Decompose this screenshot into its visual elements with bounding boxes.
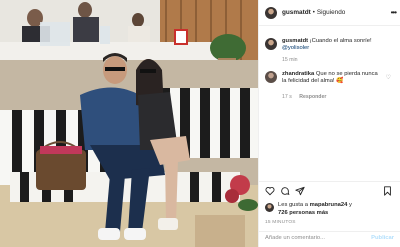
- ellipsis-icon[interactable]: •••: [391, 8, 397, 17]
- likes-summary: Les gusta a mapabruna24 y 726 personas m…: [265, 202, 352, 217]
- avatar[interactable]: [265, 203, 274, 212]
- comment-item: zhandratika Que no se pierda nunca la fe…: [265, 71, 382, 86]
- couple-on-sofa-image: [0, 0, 258, 247]
- add-comment-input[interactable]: [265, 235, 365, 241]
- divider: [259, 181, 400, 182]
- likes-prefix: Les gusta a: [278, 202, 308, 208]
- comment-body: gusmatdt ¡Cuando el alma sonríe! @yoliso…: [282, 38, 390, 53]
- author-username[interactable]: gusmatdt: [282, 9, 311, 16]
- likes-count[interactable]: 726 personas más: [278, 210, 328, 216]
- post-side-panel: gusmatdt • Siguiendo ••• gusmatdt ¡Cuand…: [258, 0, 400, 247]
- comment-username[interactable]: zhandratika: [282, 71, 314, 77]
- separator-dot: •: [312, 9, 315, 16]
- share-icon[interactable]: [295, 186, 305, 196]
- post-photo[interactable]: [0, 0, 258, 247]
- comment-emoji: 🥰: [336, 78, 344, 85]
- comment-text: ¡Cuando el alma sonríe!: [309, 38, 372, 44]
- mention-link[interactable]: @yolisoler: [282, 45, 309, 51]
- comment-meta: 17 s Responder: [282, 94, 332, 100]
- comment-icon[interactable]: [280, 186, 290, 196]
- avatar[interactable]: [265, 71, 277, 83]
- publish-button[interactable]: Publicar: [371, 235, 394, 241]
- following-button[interactable]: Siguiendo: [317, 9, 345, 16]
- avatar[interactable]: [265, 38, 277, 50]
- heart-icon[interactable]: [265, 186, 275, 196]
- post-header: gusmatdt • Siguiendo •••: [259, 0, 400, 26]
- comment-body: zhandratika Que no se pierda nunca la fe…: [282, 71, 382, 86]
- instagram-post: gusmatdt • Siguiendo ••• gusmatdt ¡Cuand…: [0, 0, 400, 247]
- avatar[interactable]: [265, 6, 277, 19]
- comment-username[interactable]: gusmatdt: [282, 38, 308, 44]
- post-timestamp[interactable]: 15 MINUTOS: [265, 220, 296, 225]
- reply-button[interactable]: Responder: [299, 94, 326, 100]
- likes-conjunction: y: [348, 202, 352, 208]
- comment-time[interactable]: 17 s: [282, 94, 292, 100]
- caption-comment: gusmatdt ¡Cuando el alma sonríe! @yoliso…: [265, 38, 390, 53]
- likes-text: Les gusta a mapabruna24 y 726 personas m…: [278, 202, 352, 217]
- like-comment-heart-icon[interactable]: ♡: [386, 74, 391, 81]
- comment-time[interactable]: 15 min: [282, 57, 298, 63]
- liker-username[interactable]: mapabruna24: [310, 202, 348, 208]
- bookmark-icon[interactable]: [383, 186, 392, 196]
- divider: [259, 231, 400, 232]
